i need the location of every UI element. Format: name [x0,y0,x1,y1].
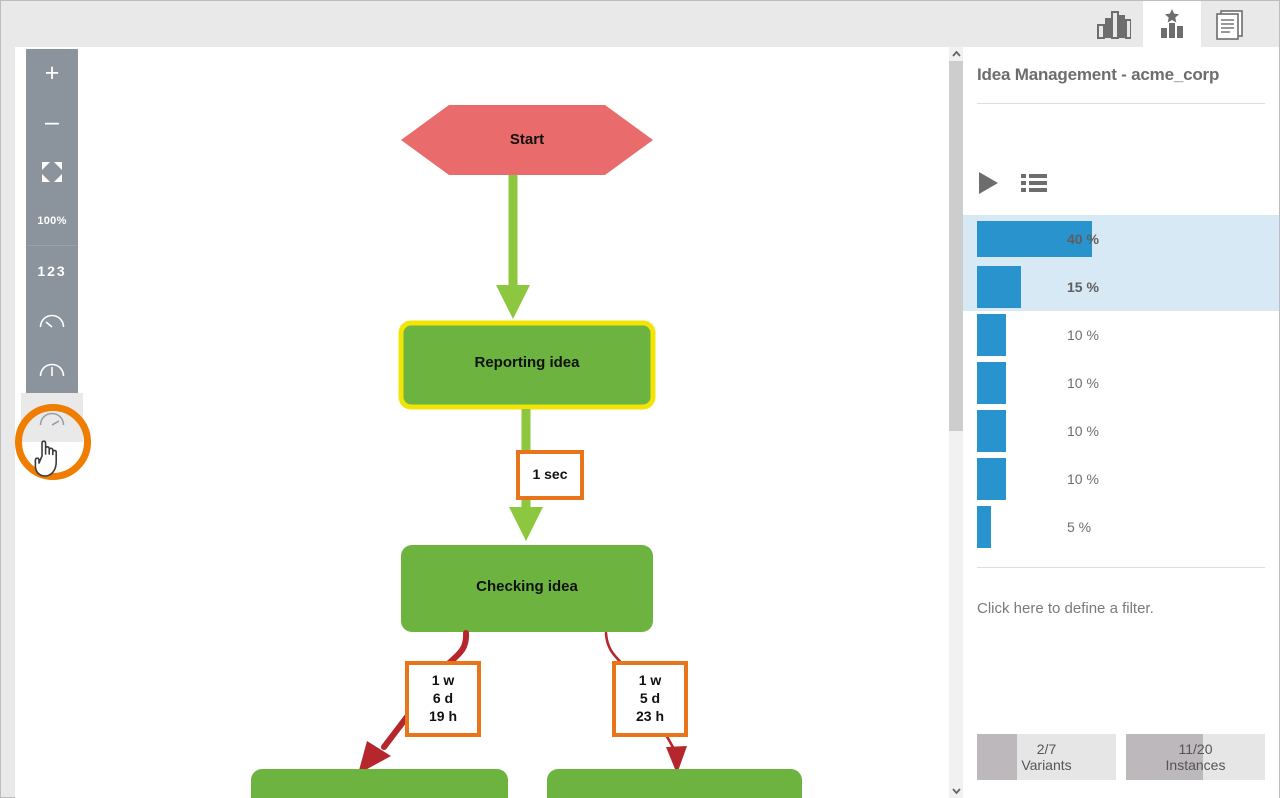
variant-row[interactable]: 10 % [963,311,1279,359]
variant-bar [977,362,1006,404]
canvas-toolbar: + – 100% 123 [21,49,83,442]
variants-panel: Idea Management - acme_corp 40 % 15 % 10… [963,47,1279,798]
process-graph-svg [251,105,802,798]
variant-percent: 10 % [1067,471,1099,487]
gauge-high-icon [39,412,65,426]
variant-bar [977,458,1006,500]
play-icon[interactable] [977,171,999,200]
plus-icon: + [44,59,60,87]
chevron-up-icon [951,51,961,57]
gauge-mid-button[interactable] [26,344,78,393]
canvas-vertical-scrollbar[interactable] [949,47,963,798]
edge-start-to-reporting [496,161,530,319]
variant-row[interactable]: 10 % [963,455,1279,503]
variant-percent: 10 % [1067,423,1099,439]
variant-bar [977,314,1006,356]
list-icon[interactable] [1021,172,1047,199]
variant-percent: 40 % [1067,231,1099,247]
numbers-icon: 123 [37,262,67,279]
node-checking-idea-shape[interactable] [401,545,653,632]
variant-row[interactable]: 10 % [963,359,1279,407]
process-graph-canvas[interactable]: Start Reporting idea Checking idea Sendi… [15,47,963,798]
filter-divider [977,567,1265,568]
panel-action-bar [977,171,1047,200]
edge-label-checking-to-rejection[interactable]: 1 w 5 d 23 h [612,661,688,737]
variant-bar [977,266,1021,308]
gauge-low-icon [39,314,65,328]
scroll-up-arrow[interactable] [949,47,963,61]
tab-documents[interactable] [1201,1,1259,47]
variant-row[interactable]: 15 % [963,263,1279,311]
edge-label-reporting-to-checking[interactable]: 1 sec [516,450,584,500]
edge-label-checking-to-confirmation[interactable]: 1 w 6 d 19 h [405,661,481,737]
zoom-in-button[interactable]: + [26,49,78,98]
node-sending-confirmation-mail-shape[interactable] [251,769,508,798]
chevron-down-icon [951,788,961,794]
stat-variants-value: 2/7 [1036,740,1057,757]
variant-percent: 10 % [1067,327,1099,343]
stat-instances[interactable]: 11/20 Instances [1126,734,1265,780]
list-rows-icon [1021,174,1047,192]
tab-variants-chart[interactable] [1143,1,1201,47]
variant-percent: 15 % [1067,279,1099,295]
view-tabs [1085,1,1259,47]
bar-chart-outline-icon [1097,11,1131,39]
application-window: Start Reporting idea Checking idea Sendi… [0,0,1280,798]
play-triangle-icon [979,172,998,194]
edge-label-line: 19 h [428,707,457,724]
panel-title: Idea Management - acme_corp [977,65,1220,84]
stat-instances-label: Instances [1165,757,1226,773]
node-start-shape[interactable] [401,105,653,175]
panel-title-divider [977,103,1265,104]
gauge-high-button[interactable] [21,393,83,442]
fit-screen-button[interactable] [26,147,78,196]
zoom-level-button[interactable]: 100% [26,196,78,245]
edge-label-line: 6 d [432,690,454,707]
filter-hint[interactable]: Click here to define a filter. [977,600,1154,617]
variant-row[interactable]: 10 % [963,407,1279,455]
minus-icon: – [45,108,59,136]
edge-label-line: 23 h [635,707,664,724]
tab-overview-chart[interactable] [1085,1,1143,47]
scroll-down-arrow[interactable] [949,784,963,798]
stat-instances-text: 11/20 Instances [1126,734,1265,780]
variant-bar [977,410,1006,452]
edge-label-line: 1 w [638,672,662,689]
zoom-level-label: 100% [37,214,67,227]
edge-label-line: 5 d [639,690,661,707]
variant-percent: 10 % [1067,375,1099,391]
node-reporting-idea-shape[interactable] [398,320,656,410]
gauge-mid-icon [39,363,65,377]
variant-row[interactable]: 5 % [963,503,1279,551]
stat-variants[interactable]: 2/7 Variants [977,734,1116,780]
gauge-low-button[interactable] [26,295,78,344]
edge-label-line: 1 sec [532,466,568,483]
scrollbar-thumb[interactable] [949,61,963,431]
variant-bar [977,506,991,548]
bar-chart-star-icon [1161,9,1183,38]
fit-screen-icon [42,161,62,182]
top-bar [1,1,1279,47]
stat-variants-text: 2/7 Variants [977,734,1116,780]
stat-variants-label: Variants [1021,757,1072,773]
documents-icon [1216,10,1243,40]
variant-percent: 5 % [1067,519,1092,535]
stat-instances-value: 11/20 [1178,740,1213,757]
edge-label-line: 1 w [431,672,455,689]
process-graph-content: Start Reporting idea Checking idea Sendi… [15,47,949,798]
node-sending-rejection-mail-shape[interactable] [547,769,802,798]
variants-bar-list: 40 % 15 % 10 % 10 % 10 % 10 % 5 % [963,215,1279,551]
zoom-out-button[interactable]: – [26,98,78,147]
stats-bar: 2/7 Variants 11/20 Instances [977,734,1265,780]
variant-row[interactable]: 40 % [963,215,1279,263]
numbers-toggle-button[interactable]: 123 [26,246,78,295]
